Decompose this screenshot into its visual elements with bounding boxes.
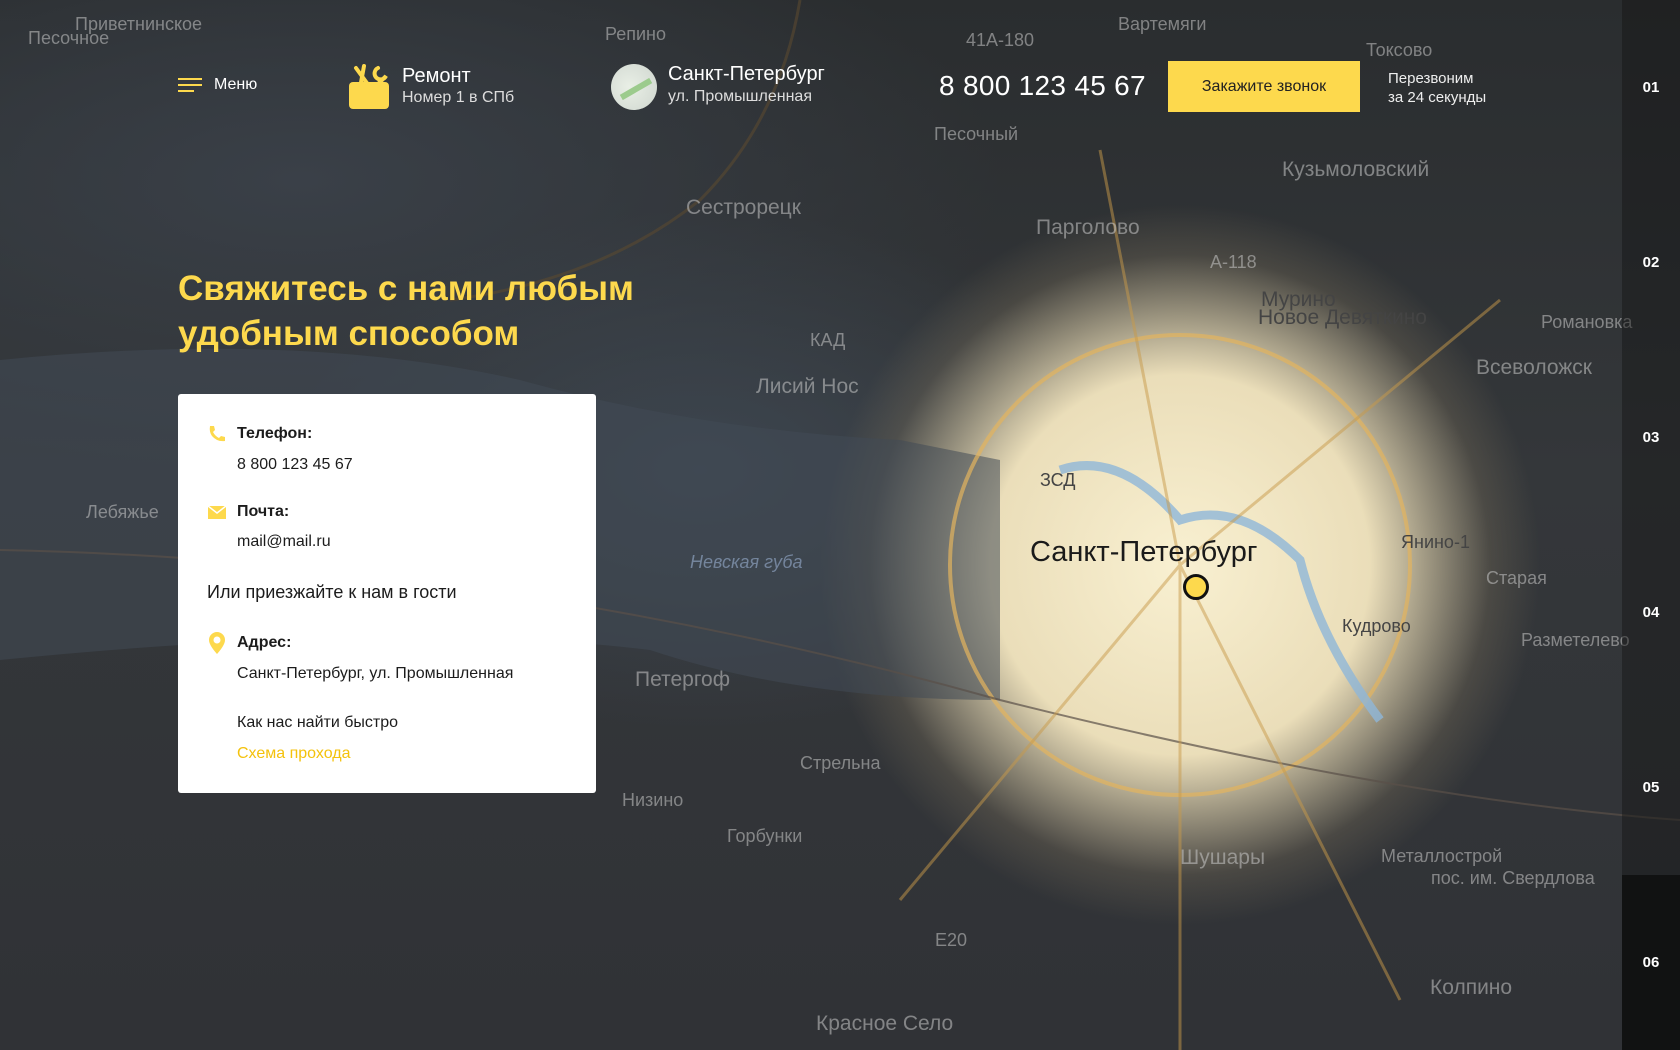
callback-line1: Перезвоним (1388, 70, 1474, 87)
map-label: E20 (935, 930, 968, 950)
address-row: Адрес: (207, 631, 291, 655)
map-label: Разметелево (1521, 630, 1630, 650)
callback-note: Перезвоним за 24 секунды (1388, 69, 1486, 107)
rail-item-04[interactable]: 04 (1622, 525, 1680, 700)
phone-row: Телефон: (207, 424, 312, 444)
city-map-thumbnail (611, 64, 657, 110)
map-label: пос. им. Свердлова (1431, 868, 1595, 888)
map-label: Лебяжье (86, 502, 159, 522)
map-label: Лисий Нос (756, 375, 859, 398)
address-label: Адрес: (237, 634, 292, 651)
map-label: Новое Девяткино (1258, 306, 1427, 329)
map-label: Всеволожск (1476, 356, 1592, 379)
map-label: Горбунки (727, 826, 803, 846)
find-text: Как нас найти быстро (237, 714, 399, 731)
map-label: Низино (622, 790, 684, 810)
map-label: Шушары (1180, 846, 1266, 869)
map-label: Романовка (1541, 312, 1633, 332)
menu-label: Меню (214, 76, 258, 93)
city-street: ул. Промышленная (668, 88, 812, 105)
map-label: Невская губа (690, 552, 803, 572)
map-label: Петергоф (635, 668, 730, 691)
logo-title: Ремонт (402, 65, 471, 87)
map-label: Кудрово (1342, 616, 1411, 636)
phone-value[interactable]: 8 800 123 45 67 (237, 456, 353, 474)
site-header: Меню Ремонт Номер 1 в СПб Санкт-Петербур… (0, 0, 1622, 175)
city-selector[interactable]: Санкт-Петербург ул. Промышленная (611, 62, 825, 110)
map-label: Колпино (1430, 976, 1513, 999)
map-label: Санкт-Петербург (1030, 536, 1258, 568)
map-label: ЗСД (1040, 470, 1076, 490)
logo[interactable]: Ремонт Номер 1 в СПб (346, 64, 514, 110)
route-scheme-link[interactable]: Схема прохода (237, 745, 351, 763)
map-label: Парголово (1036, 216, 1140, 239)
map-label: Стрельна (800, 753, 881, 773)
phone-label: Телефон: (237, 425, 313, 442)
menu-button[interactable]: Меню (178, 76, 257, 94)
rail-item-03[interactable]: 03 (1622, 350, 1680, 525)
mail-row: Почта: (207, 502, 289, 522)
map-label: КАД (810, 330, 846, 350)
contact-card: Телефон: 8 800 123 45 67 Почта: mail@mai… (178, 394, 596, 793)
map-label: Красное Село (816, 1012, 954, 1035)
location-pin-icon (209, 632, 225, 654)
page-heading: Свяжитесь с нами любым удобным способом (178, 266, 738, 356)
map-label: Янино-1 (1401, 532, 1470, 552)
header-phone[interactable]: 8 800 123 45 67 (939, 70, 1146, 102)
heading-line2: удобным способом (178, 314, 520, 353)
rail-item-06[interactable]: 06 (1622, 875, 1680, 1050)
map-label: А-118 (1210, 252, 1257, 272)
order-call-button[interactable]: Закажите звонок (1168, 61, 1360, 112)
rail-item-02[interactable]: 02 (1622, 175, 1680, 350)
map-label: Сестрорецк (686, 196, 801, 219)
rail-item-05[interactable]: 05 (1622, 700, 1680, 875)
map-label: Старая (1486, 568, 1547, 588)
mail-icon (207, 505, 227, 519)
map-marker[interactable] (1183, 574, 1209, 600)
visit-text: Или приезжайте к нам в гости (207, 582, 457, 602)
mail-value[interactable]: mail@mail.ru (237, 533, 331, 551)
address-value: Санкт-Петербург, ул. Промышленная (237, 665, 514, 682)
rail-item-01[interactable]: 01 (1622, 0, 1680, 175)
city-name: Санкт-Петербург (668, 63, 825, 85)
mail-label: Почта: (237, 503, 290, 520)
phone-icon (209, 426, 225, 442)
toolbox-icon (349, 64, 389, 109)
callback-line2: за 24 секунды (1388, 89, 1487, 106)
heading-line1: Свяжитесь с нами любым (178, 269, 634, 308)
map-label: Металлострой (1381, 846, 1503, 866)
section-rail: 01 02 03 04 05 06 (1622, 0, 1680, 1050)
hamburger-icon (178, 78, 202, 92)
logo-subtitle: Номер 1 в СПб (402, 89, 515, 106)
